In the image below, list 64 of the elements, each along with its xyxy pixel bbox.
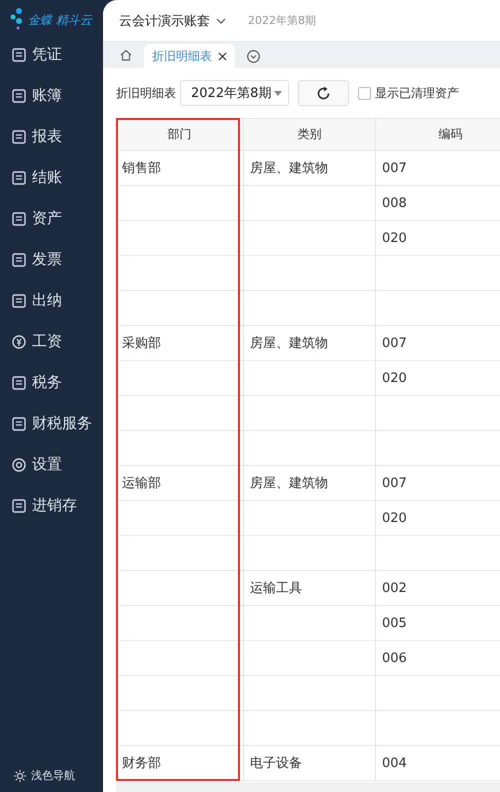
column-header: 类别 [244,119,376,151]
nav-item[interactable]: 发票 [0,239,103,280]
logo-icon [10,8,24,30]
period-text: 2022年第8期 [248,13,316,28]
table-cell: 电子设备 [244,746,376,781]
nav-item[interactable]: 结账 [0,157,103,198]
coin-icon [12,334,26,348]
account-dropdown[interactable]: 云会计演示账套 [119,12,226,30]
column-header: 编码 [376,119,500,151]
document-icon [12,48,26,62]
table-cell: 020 [376,361,500,396]
table-cell: 020 [376,501,500,536]
document-icon [12,498,26,512]
document-icon [12,170,26,184]
table-cell: 财务部 [116,746,244,781]
table-cell: 运输工具 [244,571,376,606]
theme-toggle[interactable]: 浅色导航 [0,768,75,792]
table-cell: 007 [376,151,500,186]
horizontal-scrollbar[interactable] [116,782,500,792]
document-icon [12,88,26,102]
nav-item[interactable]: 账簿 [0,75,103,116]
chevron-down-icon [216,18,226,24]
document-icon [12,252,26,266]
table-cell: 007 [376,326,500,361]
table-cell: 020 [376,221,500,256]
table-cell: 房屋、建筑物 [244,466,376,501]
table-cell: 005 [376,606,500,641]
close-icon[interactable] [218,52,227,60]
table-cell: 004 [376,746,500,781]
document-icon [12,416,26,430]
cleared-assets-checkbox[interactable]: 显示已清理资产 [358,84,459,102]
table-cell: 008 [376,186,500,221]
settings-icon [12,458,26,472]
document-icon [12,212,26,226]
nav-item[interactable]: 工资 [0,321,103,362]
nav-item[interactable]: 税务 [0,362,103,403]
nav-item[interactable]: 设置 [0,444,103,485]
nav-item[interactable]: 进销存 [0,485,103,526]
chevron-circle-icon[interactable] [247,50,260,63]
table-cell: 采购部 [116,326,244,361]
report-label: 折旧明细表 [116,84,176,102]
period-select[interactable]: 2022年第8期 [180,80,289,106]
nav-item[interactable]: 凭证 [0,34,103,75]
logo-text: 金蝶 精斗云 [28,12,92,29]
document-icon [12,130,26,144]
table-cell: 房屋、建筑物 [244,151,376,186]
table-cell: 房屋、建筑物 [244,326,376,361]
document-icon [12,294,26,308]
home-icon[interactable] [120,49,132,61]
refresh-icon [316,86,331,100]
table-cell: 销售部 [116,151,244,186]
table-cell: 007 [376,466,500,501]
table-cell: 006 [376,641,500,676]
column-header: 部门 [116,119,244,151]
table-cell: 002 [376,571,500,606]
nav-item[interactable]: 资产 [0,198,103,239]
caret-icon [274,90,282,96]
nav-item[interactable]: 财税服务 [0,403,103,444]
table-cell: 运输部 [116,466,244,501]
nav-item[interactable]: 报表 [0,116,103,157]
refresh-button[interactable] [298,80,349,106]
sun-icon [14,770,26,782]
nav-item[interactable]: 出纳 [0,280,103,321]
document-icon [12,376,26,390]
